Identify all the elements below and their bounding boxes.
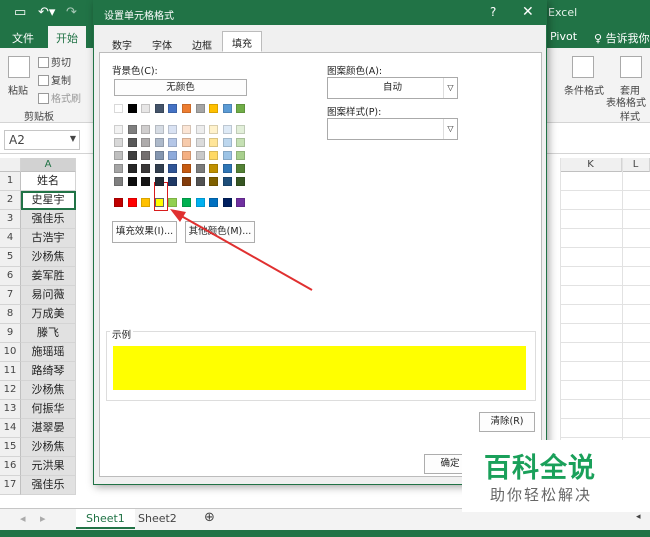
watermark-line2: 助你轻松解决 <box>490 486 593 504</box>
arrow-shaft <box>175 212 313 291</box>
watermark-logo: 百科全说 助你轻松解决 <box>462 440 650 512</box>
arrow-head <box>170 209 186 222</box>
watermark-line1: 百科全说 <box>484 453 596 484</box>
